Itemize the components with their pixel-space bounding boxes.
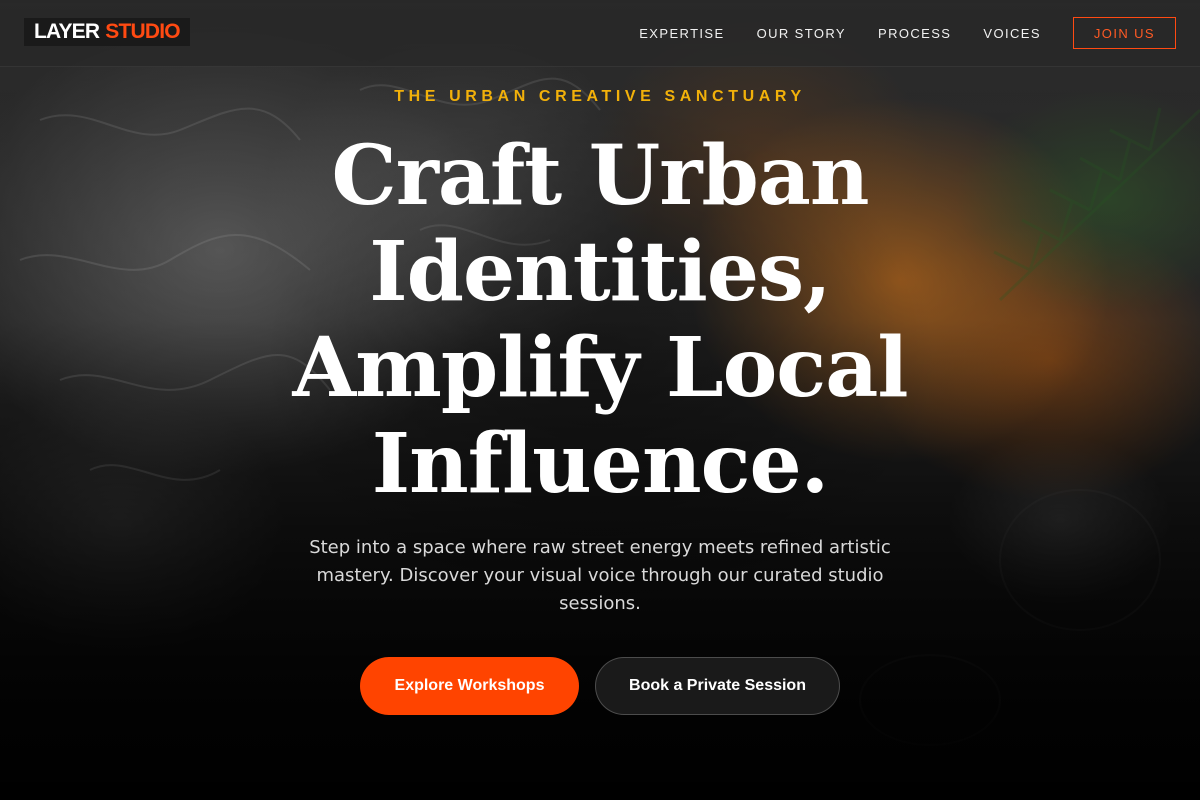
logo-text-accent: STUDIO — [105, 20, 180, 43]
brand-logo[interactable]: LAYER STUDIO — [24, 18, 190, 46]
nav-link-our-story[interactable]: OUR STORY — [757, 26, 846, 41]
nav-link-expertise[interactable]: EXPERTISE — [639, 26, 724, 41]
site-header: LAYER STUDIO EXPERTISE OUR STORY PROCESS… — [0, 0, 1200, 67]
headline-line: Identities, — [369, 224, 831, 320]
hero-eyebrow: THE URBAN CREATIVE SANCTUARY — [394, 88, 806, 105]
hero-cta-group: Explore Workshops Book a Private Session — [360, 657, 840, 715]
join-us-button[interactable]: JOIN US — [1072, 17, 1176, 49]
headline-line: Amplify Local — [292, 320, 908, 416]
hero-headline: Craft Urban Identities, Amplify Local In… — [0, 128, 1200, 512]
logo-text-primary: LAYER — [34, 20, 100, 43]
landing-page: LAYER STUDIO EXPERTISE OUR STORY PROCESS… — [0, 0, 1200, 800]
nav-link-process[interactable]: PROCESS — [878, 26, 951, 41]
headline-line: Craft Urban — [331, 128, 869, 224]
hero-description: Step into a space where raw street energ… — [309, 537, 891, 614]
nav-link-voices[interactable]: VOICES — [983, 26, 1041, 41]
hero-section: THE URBAN CREATIVE SANCTUARY Craft Urban… — [0, 0, 1200, 800]
explore-workshops-button[interactable]: Explore Workshops — [360, 657, 579, 715]
book-private-session-button[interactable]: Book a Private Session — [595, 657, 840, 715]
main-nav: EXPERTISE OUR STORY PROCESS VOICES JOIN … — [639, 16, 1176, 50]
headline-line: Influence. — [371, 416, 829, 512]
